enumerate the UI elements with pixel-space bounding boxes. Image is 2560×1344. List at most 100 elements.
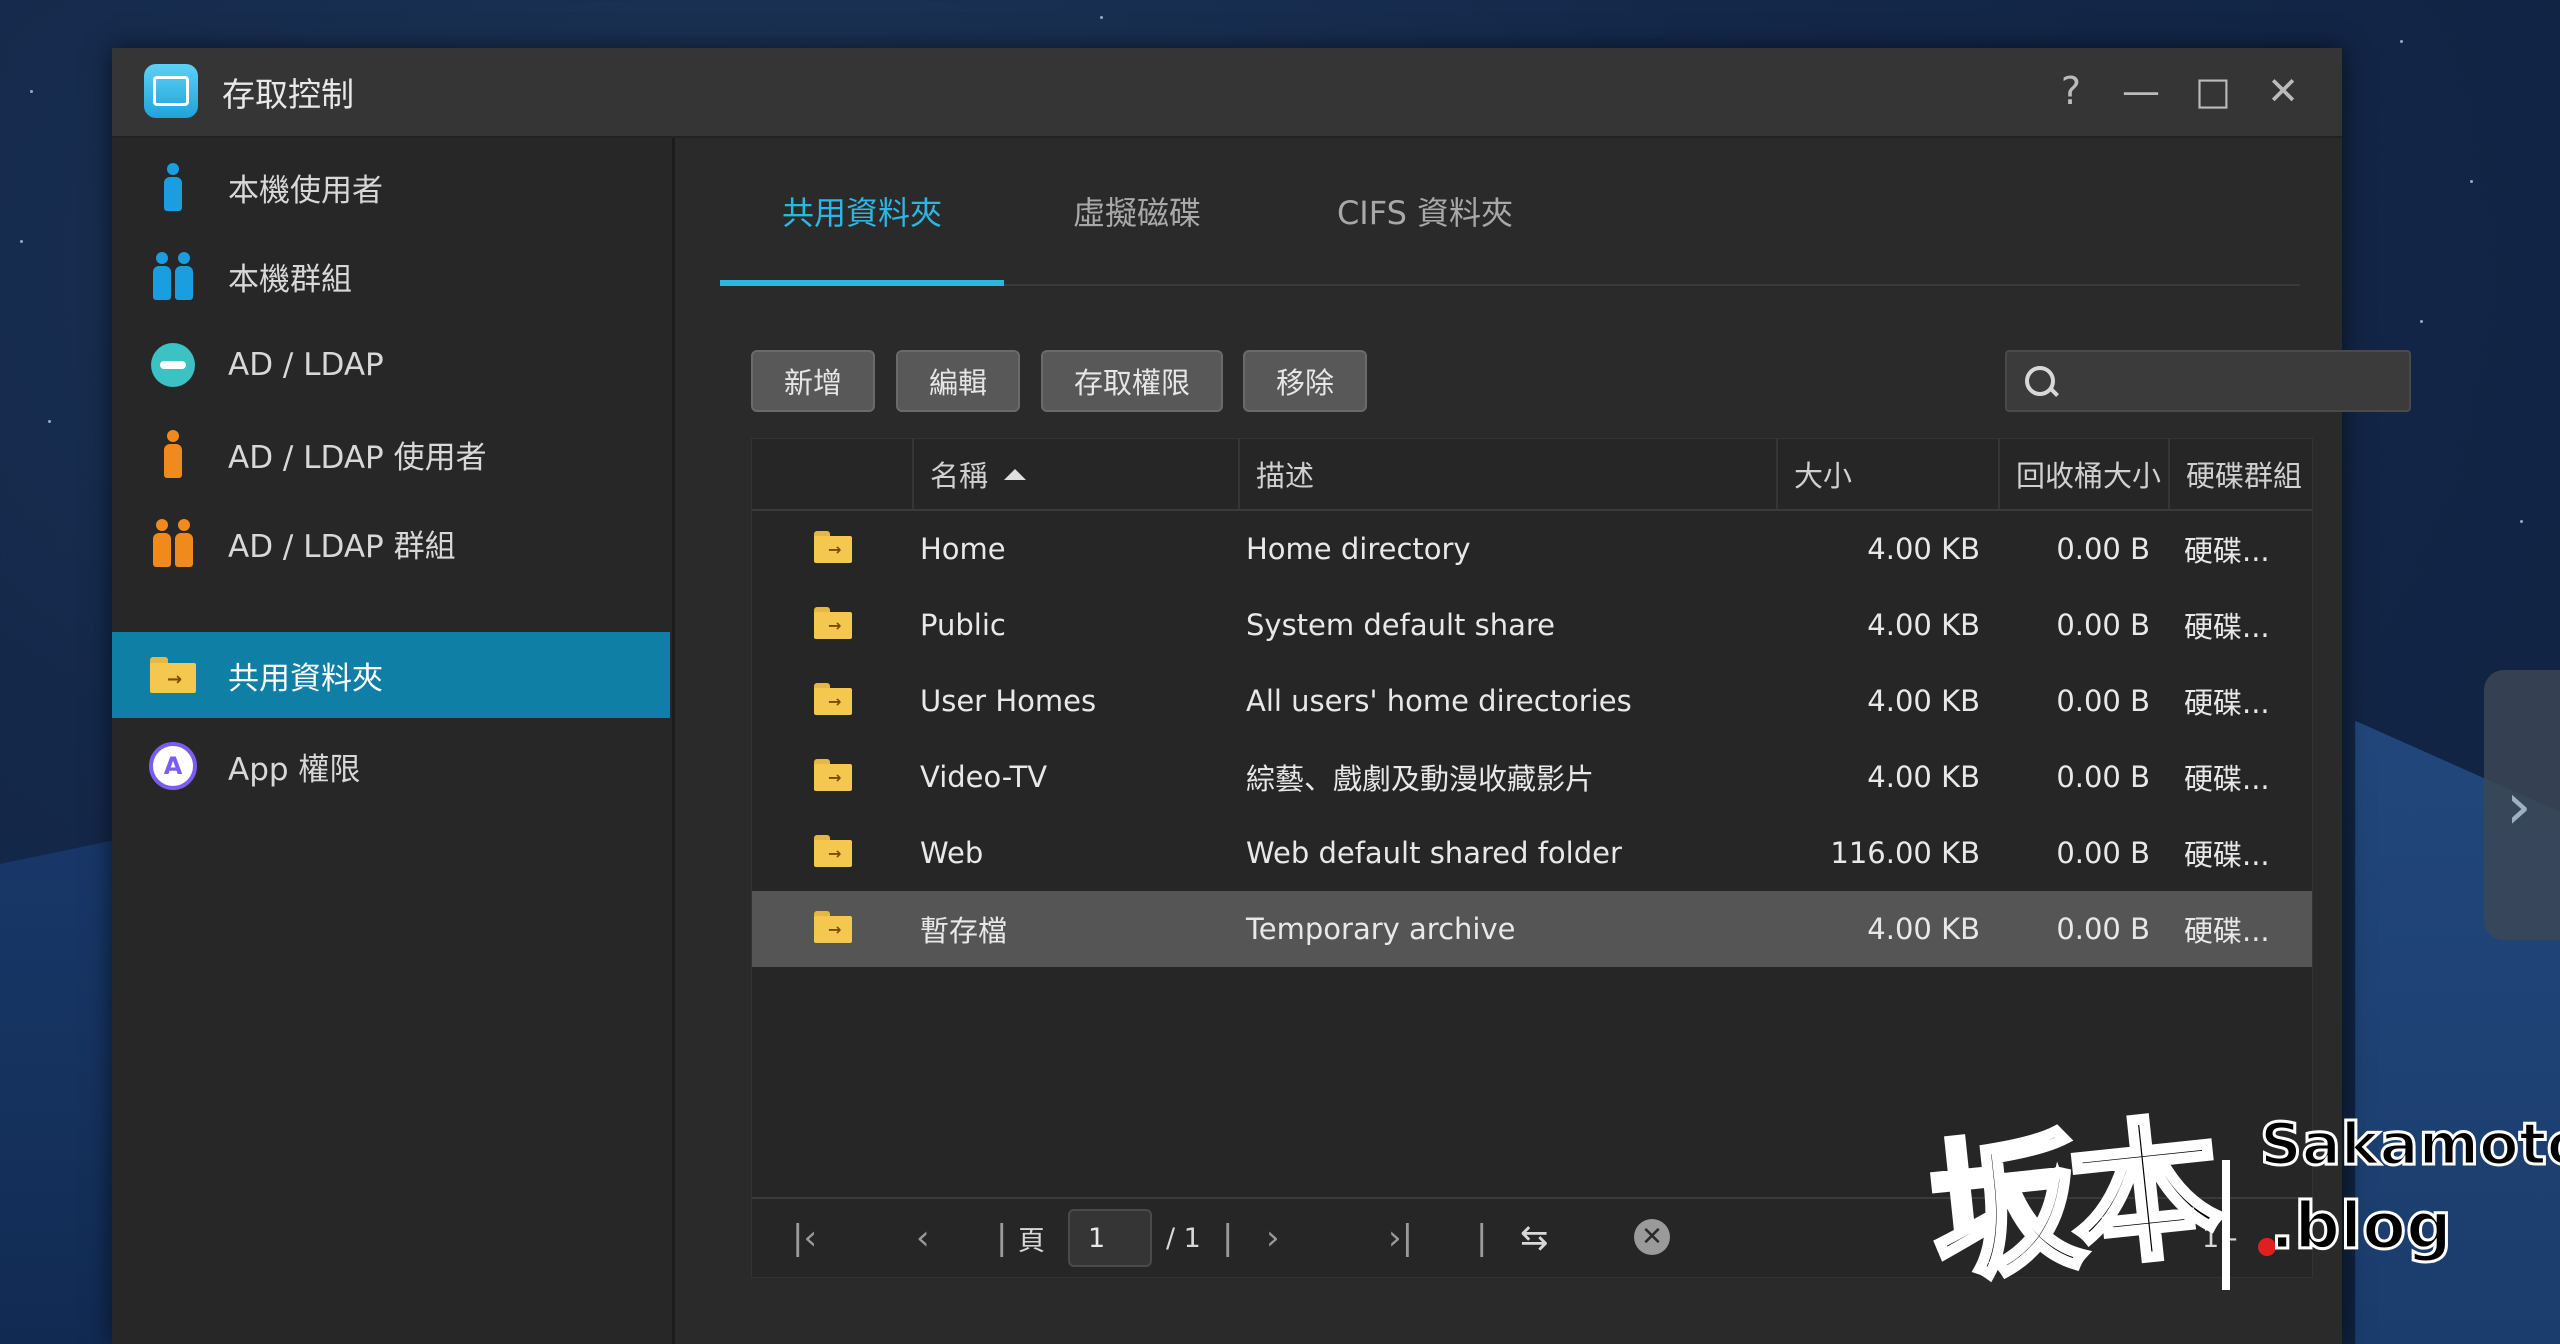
cell-name: Home — [920, 532, 1006, 566]
edit-button[interactable]: 編輯 — [896, 350, 1020, 412]
shared-folder-icon: → — [814, 759, 852, 791]
sidebar-item-local-users[interactable]: 本機使用者 — [112, 144, 670, 230]
help-icon[interactable]: ? — [2046, 66, 2096, 116]
tab-label: 共用資料夾 — [781, 194, 942, 232]
shared-folder-icon: → — [814, 835, 852, 867]
shared-folder-icon: → — [814, 911, 852, 943]
cell-recycle-size: 0.00 B — [2056, 684, 2150, 718]
table-header: 名稱 描述 大小 回收桶大小 硬碟群組 — [752, 439, 2312, 511]
table-row[interactable]: → Public System default share 4.00 KB 0.… — [752, 587, 2312, 663]
search-input[interactable] — [2005, 350, 2411, 412]
cell-description: 綜藝、戲劇及動漫收藏影片 — [1246, 762, 1595, 796]
page-number-input[interactable] — [1068, 1209, 1152, 1267]
cell-volume: 硬碟... — [2184, 914, 2270, 948]
app-icon: A — [146, 739, 200, 793]
first-page-icon[interactable]: |‹ — [792, 1199, 817, 1277]
sidebar-item-shared-folders[interactable]: → 共用資料夾 — [112, 632, 670, 718]
watermark-logo: 坂本 Sakamoto .blog — [1920, 1080, 2560, 1320]
access-permissions-button[interactable]: 存取權限 — [1041, 350, 1223, 412]
cell-name: Web — [920, 836, 984, 870]
remove-button[interactable]: 移除 — [1243, 350, 1367, 412]
cell-volume: 硬碟... — [2184, 686, 2270, 720]
star — [2420, 320, 2423, 323]
sidebar-item-local-groups[interactable]: 本機群組 — [112, 233, 670, 319]
cell-description: System default share — [1246, 608, 1556, 642]
cell-volume: 硬碟... — [2184, 762, 2270, 796]
column-header-name[interactable]: 名稱 — [912, 439, 1238, 509]
sidebar-item-ad-ldap-users[interactable]: AD / LDAP 使用者 — [112, 411, 670, 497]
cell-size: 4.00 KB — [1867, 912, 1980, 946]
cell-name: Video-TV — [920, 760, 1048, 794]
table-row[interactable]: → User Homes All users' home directories… — [752, 663, 2312, 739]
user-icon — [146, 160, 200, 214]
refresh-icon[interactable]: ⇆ — [1520, 1199, 1549, 1277]
title-bar: 存取控制 ? — □ ✕ — [112, 48, 2342, 138]
cell-name: Public — [920, 608, 1006, 642]
search-icon — [2025, 366, 2055, 396]
column-header-label: 描述 — [1256, 459, 1315, 493]
column-header-label: 名稱 — [930, 459, 989, 493]
cell-size: 4.00 KB — [1867, 684, 1980, 718]
sidebar-item-label: 本機使用者 — [228, 172, 383, 209]
active-tab-indicator — [720, 280, 1004, 286]
cell-recycle-size: 0.00 B — [2056, 912, 2150, 946]
key-icon — [146, 338, 200, 392]
watermark-divider — [2222, 1160, 2230, 1290]
last-page-icon[interactable]: ›| — [1388, 1199, 1413, 1277]
sidebar-item-ad-ldap[interactable]: AD / LDAP — [112, 322, 670, 408]
sidebar: 本機使用者 本機群組 AD / LDAP AD / LDAP 使用者 AD / … — [112, 138, 675, 1344]
table-row[interactable]: → Web Web default shared folder 116.00 K… — [752, 815, 2312, 891]
clear-filter-icon[interactable]: ✕ — [1634, 1219, 1670, 1255]
add-button[interactable]: 新增 — [751, 350, 875, 412]
column-header-label: 硬碟群組 — [2186, 459, 2303, 493]
cell-volume: 硬碟... — [2184, 838, 2270, 872]
tab-label: CIFS 資料夾 — [1336, 194, 1514, 232]
star — [2470, 180, 2473, 183]
tab-label: 虛擬磁碟 — [1072, 194, 1201, 232]
close-icon[interactable]: ✕ — [2258, 66, 2308, 116]
table-row[interactable]: → Home Home directory 4.00 KB 0.00 B 硬碟.… — [752, 511, 2312, 587]
star — [1100, 16, 1103, 19]
minimize-icon[interactable]: — — [2116, 66, 2166, 116]
next-page-icon[interactable]: › — [1266, 1199, 1280, 1277]
sidebar-item-label: AD / LDAP 使用者 — [228, 439, 487, 476]
sidebar-item-label: 共用資料夾 — [228, 660, 383, 697]
user-icon — [146, 427, 200, 481]
separator: | — [1222, 1218, 1234, 1258]
watermark-sub-text: Sakamoto — [2258, 1109, 2560, 1180]
sidebar-item-ad-ldap-groups[interactable]: AD / LDAP 群組 — [112, 500, 670, 586]
tab-virtual-disk[interactable]: 虛擬磁碟 — [1012, 138, 1262, 284]
group-icon — [146, 249, 200, 303]
sidebar-item-label: App 權限 — [228, 751, 361, 788]
cell-description: Temporary archive — [1246, 912, 1516, 946]
cell-size: 116.00 KB — [1830, 836, 1980, 870]
access-control-app-icon — [144, 64, 198, 118]
watermark-main-text: 坂本 — [1920, 1096, 2223, 1306]
cell-description: Home directory — [1246, 532, 1471, 566]
star — [30, 90, 33, 93]
cell-description: All users' home directories — [1246, 684, 1632, 718]
sidebar-item-app-permissions[interactable]: A App 權限 — [112, 723, 670, 809]
shared-folder-icon: → — [814, 607, 852, 639]
table-row[interactable]: → Video-TV 綜藝、戲劇及動漫收藏影片 4.00 KB 0.00 B 硬… — [752, 739, 2312, 815]
cell-size: 4.00 KB — [1867, 532, 1980, 566]
shared-folder-icon: → — [814, 531, 852, 563]
column-header-description[interactable]: 描述 — [1238, 439, 1776, 509]
separator: | — [996, 1218, 1008, 1258]
separator: | — [1476, 1218, 1488, 1258]
tab-shared-folders[interactable]: 共用資料夾 — [720, 138, 1004, 286]
tab-cifs-folder[interactable]: CIFS 資料夾 — [1280, 138, 1570, 284]
table-row-selected[interactable]: → 暫存檔 Temporary archive 4.00 KB 0.00 B 硬… — [752, 891, 2312, 967]
column-header-recycle-size[interactable]: 回收桶大小 — [1998, 439, 2168, 509]
sidebar-item-label: 本機群組 — [228, 261, 352, 298]
page-label: 頁 — [1018, 1225, 1045, 1257]
maximize-icon[interactable]: □ — [2188, 66, 2238, 116]
cell-recycle-size: 0.00 B — [2056, 608, 2150, 642]
column-header-size[interactable]: 大小 — [1776, 439, 1998, 509]
previous-page-icon[interactable]: ‹ — [916, 1199, 930, 1277]
side-panel-handle[interactable]: › — [2484, 670, 2560, 940]
total-pages: / 1 — [1166, 1222, 1201, 1254]
cell-size: 4.00 KB — [1867, 760, 1980, 794]
cell-description: Web default shared folder — [1246, 836, 1622, 870]
column-header-volume[interactable]: 硬碟群組 — [2168, 439, 2312, 509]
